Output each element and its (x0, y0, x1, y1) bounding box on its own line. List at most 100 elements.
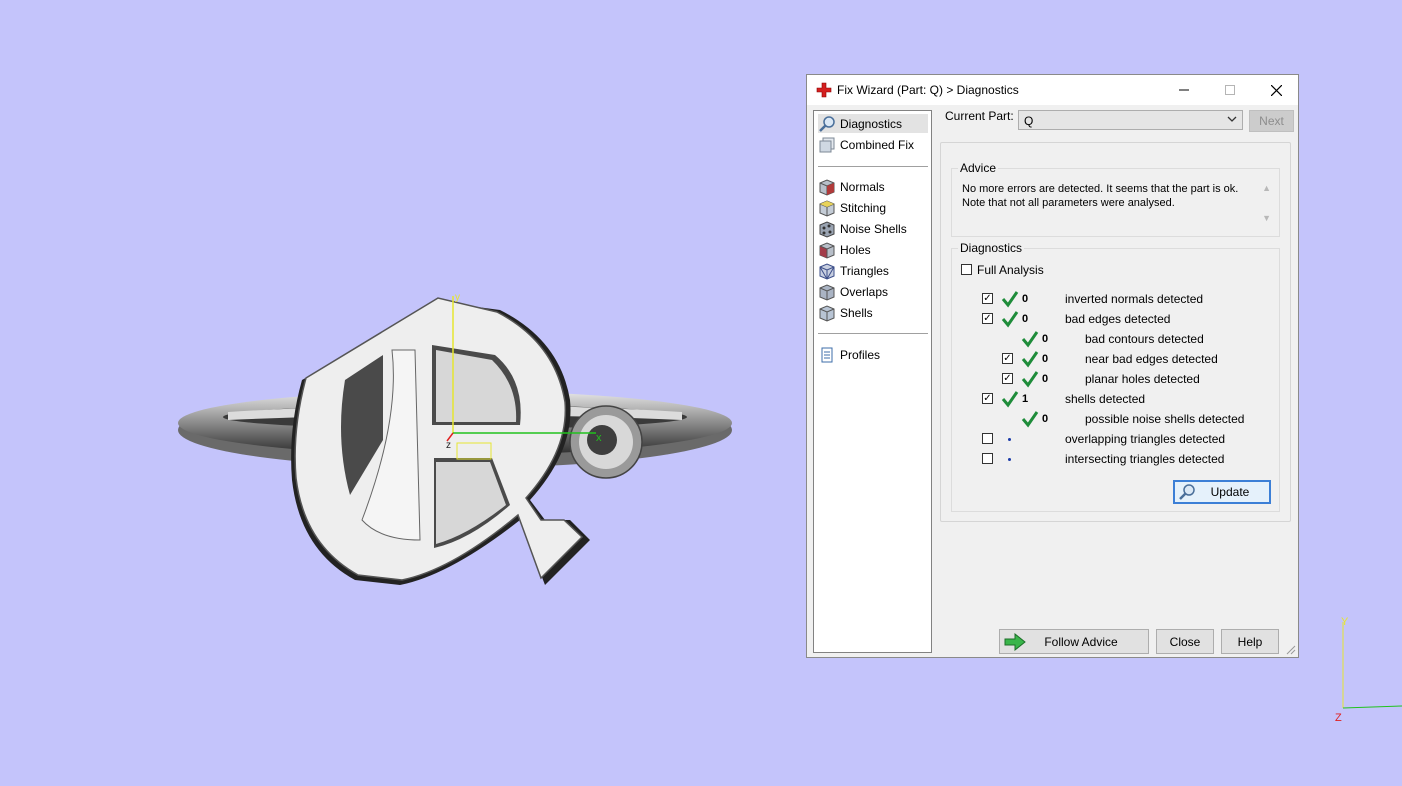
checkmark-icon (1001, 391, 1019, 408)
follow-advice-button[interactable]: Follow Advice (999, 629, 1149, 654)
current-part-value: Q (1024, 114, 1034, 128)
shells-label: shells detected (1065, 392, 1146, 406)
dialog-title: Fix Wizard (Part: Q) > Diagnostics (837, 83, 1019, 97)
ring-model[interactable] (178, 297, 732, 585)
checkmark-icon (1021, 411, 1039, 428)
inverted-normals-label: inverted normals detected (1065, 292, 1204, 306)
help-button[interactable]: Help (1221, 629, 1279, 654)
intersecting-triangles-checkbox[interactable] (982, 453, 993, 464)
bad-contours-count: 0 (1042, 333, 1049, 345)
fix-wizard-dialog: Fix Wizard (Part: Q) > Diagnostics Diagn… (806, 74, 1299, 658)
fix-navigation-panel: Diagnostics Combined Fix Normals Stitchi… (813, 110, 932, 653)
advice-line-2: Note that not all parameters were analys… (962, 197, 1175, 209)
combined-fix-icon (819, 137, 835, 152)
magnifier-icon (1179, 484, 1195, 500)
minimize-button[interactable] (1161, 75, 1207, 105)
close-window-button[interactable] (1253, 75, 1299, 105)
corner-axis-triad: Y Z (1335, 616, 1402, 724)
update-button[interactable]: Update (1173, 480, 1271, 504)
nav-item-normals[interactable]: Normals (818, 177, 928, 196)
advice-text: No more errors are detected. It seems th… (962, 182, 1254, 210)
scroll-down-icon[interactable]: ▼ (1262, 213, 1271, 223)
nav-item-noise-shells[interactable]: Noise Shells (818, 219, 928, 238)
nav-item-combined-fix[interactable]: Combined Fix (818, 135, 928, 154)
green-arrow-icon (1004, 633, 1026, 651)
nav-item-stitching[interactable]: Stitching (818, 198, 928, 217)
update-label: Update (1210, 485, 1250, 499)
profiles-document-icon (821, 347, 833, 362)
overlapping-triangles-checkbox[interactable] (982, 433, 993, 444)
normals-cube-icon (819, 178, 835, 196)
nav-item-shells[interactable]: Shells (818, 303, 928, 322)
pending-dot-icon (1008, 438, 1011, 441)
nav-label: Diagnostics (840, 116, 903, 131)
close-icon (1270, 84, 1282, 96)
nav-label: Noise Shells (840, 221, 907, 236)
scroll-up-icon[interactable]: ▲ (1262, 183, 1271, 193)
noise-shells-icon (819, 220, 835, 238)
nav-label: Stitching (840, 200, 887, 215)
maximize-icon (1225, 85, 1235, 95)
corner-y-label: Y (1341, 616, 1349, 628)
diagnostics-title: Diagnostics (958, 241, 1025, 255)
nav-label: Normals (840, 179, 885, 194)
nav-item-triangles[interactable]: Triangles (818, 261, 928, 280)
near-bad-edges-checkbox[interactable]: ✓ (1002, 353, 1013, 364)
pending-dot-icon (1008, 458, 1011, 461)
bad-edges-checkbox[interactable]: ✓ (982, 313, 993, 324)
shells-count: 1 (1022, 393, 1029, 405)
nav-label: Profiles (840, 347, 881, 362)
checkmark-icon (1021, 371, 1039, 388)
nav-separator (818, 166, 928, 167)
near-bad-edges-count: 0 (1042, 353, 1049, 365)
noise-shells-count: 0 (1042, 413, 1049, 425)
nav-item-holes[interactable]: Holes (818, 240, 928, 259)
nav-label: Holes (840, 242, 871, 257)
full-analysis-checkbox[interactable] (961, 264, 972, 275)
shells-cube-icon (819, 304, 835, 322)
planar-holes-checkbox[interactable]: ✓ (1002, 373, 1013, 384)
y-axis-label: y (455, 292, 460, 303)
nav-item-overlaps[interactable]: Overlaps (818, 282, 928, 301)
holes-cube-icon (819, 241, 835, 259)
nav-item-profiles[interactable]: Profiles (818, 345, 928, 364)
bad-edges-label: bad edges detected (1065, 312, 1171, 326)
nav-separator (818, 333, 928, 334)
checkmark-icon (1001, 311, 1019, 328)
nav-label: Triangles (840, 263, 889, 278)
nav-item-diagnostics[interactable]: Diagnostics (818, 114, 928, 133)
z-axis-label: z (446, 440, 451, 451)
advice-group: Advice No more errors are detected. It s… (951, 161, 1280, 237)
checkmark-icon (1021, 351, 1039, 368)
advice-title: Advice (958, 161, 999, 175)
follow-advice-label: Follow Advice (1044, 634, 1118, 649)
corner-z-label: Z (1335, 712, 1342, 724)
nav-label: Overlaps (840, 284, 889, 299)
full-analysis-label: Full Analysis (977, 263, 1044, 277)
title-bar[interactable]: Fix Wizard (Part: Q) > Diagnostics (807, 75, 1298, 105)
triangles-icon (819, 262, 835, 280)
near-bad-edges-label: near bad edges detected (1085, 352, 1218, 366)
inverted-normals-count: 0 (1022, 293, 1029, 305)
nav-label: Shells (840, 305, 873, 320)
inverted-normals-checkbox[interactable]: ✓ (982, 293, 993, 304)
magnifier-icon (819, 115, 835, 132)
next-button[interactable]: Next (1249, 110, 1294, 132)
close-button[interactable]: Close (1156, 629, 1214, 654)
diagnostics-panel: Advice No more errors are detected. It s… (940, 142, 1291, 522)
intersecting-triangles-label: intersecting triangles detected (1065, 452, 1225, 466)
bad-contours-label: bad contours detected (1085, 332, 1204, 346)
chevron-down-icon (1227, 116, 1237, 122)
checkmark-icon (1001, 291, 1019, 308)
noise-shells-label: possible noise shells detected (1085, 412, 1245, 426)
overlapping-triangles-label: overlapping triangles detected (1065, 432, 1226, 446)
advice-line-1: No more errors are detected. It seems th… (962, 183, 1239, 195)
planar-holes-count: 0 (1042, 373, 1049, 385)
resize-grip-icon[interactable] (1286, 645, 1296, 655)
current-part-select[interactable]: Q (1018, 110, 1243, 130)
maximize-button (1207, 75, 1253, 105)
planar-holes-label: planar holes detected (1085, 372, 1200, 386)
bad-edges-count: 0 (1022, 313, 1029, 325)
minimize-icon (1179, 89, 1189, 91)
shells-checkbox[interactable]: ✓ (982, 393, 993, 404)
